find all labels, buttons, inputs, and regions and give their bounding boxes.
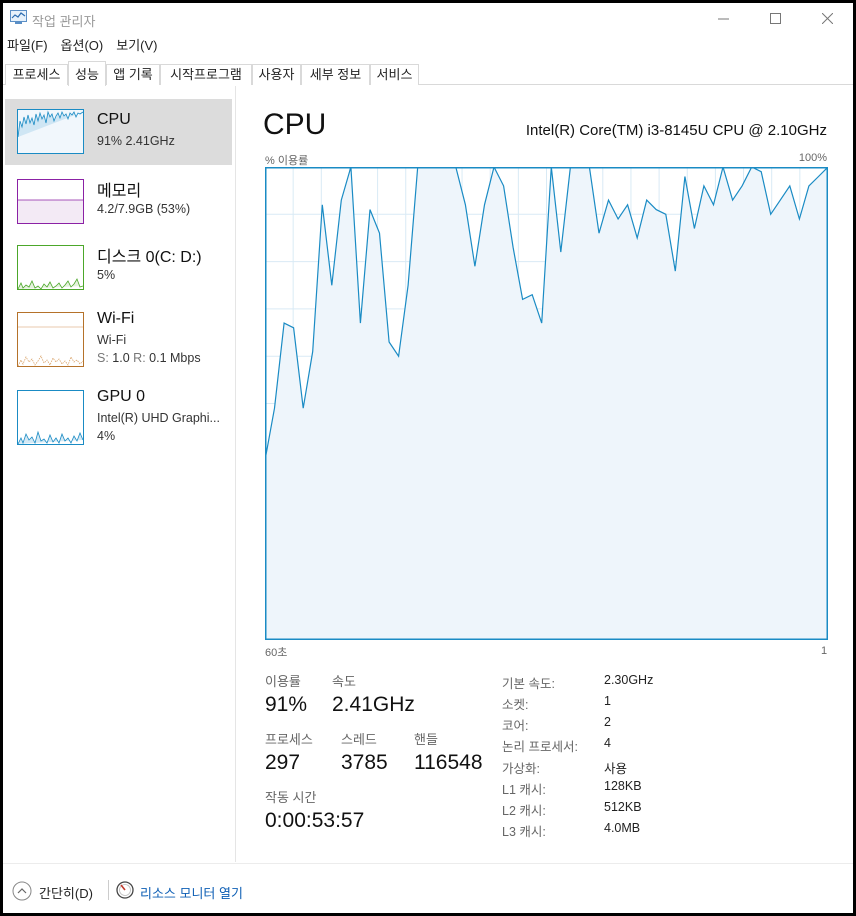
sidebar-gpu-sub: 4% — [97, 429, 116, 443]
threads-label: 스레드 — [341, 732, 377, 747]
sidebar-item-memory[interactable]: 메모리 4.2/7.9GB (53%) — [5, 165, 232, 231]
spec-base-speed-label: 기본 속도: — [502, 677, 555, 691]
minimize-button[interactable] — [700, 3, 746, 33]
menu-bar: 파일(F) 옵션(O) 보기(V) — [3, 36, 853, 58]
x-axis-right-label: 1 — [821, 645, 828, 657]
wifi-recv-value: 0.1 Mbps — [149, 351, 201, 365]
menu-file[interactable]: 파일(F) — [7, 36, 48, 58]
disk-thumbnail-graph — [17, 245, 84, 290]
y-axis-max-label: 100% — [798, 152, 827, 164]
title-bar: 작업 관리자 — [3, 3, 853, 35]
menu-options[interactable]: 옵션(O) — [61, 36, 104, 58]
spec-l2-value: 512KB — [604, 800, 642, 814]
sidebar-memory-name: 메모리 — [97, 183, 142, 200]
minimize-icon — [717, 18, 729, 19]
chevron-up-circle-icon[interactable] — [12, 881, 32, 901]
footer-bar: 간단히(D) 리소스 모니터 열기 — [3, 863, 853, 913]
fewer-details-button[interactable]: 간단히(D) — [39, 883, 93, 902]
sidebar-memory-sub: 4.2/7.9GB (53%) — [97, 202, 191, 216]
sidebar-cpu-sub: 91% 2.41GHz — [97, 134, 175, 148]
sidebar-gpu-name: GPU 0 — [97, 388, 146, 405]
sidebar-wifi-name: Wi-Fi — [97, 310, 135, 327]
y-axis-label: % 이용률 — [265, 155, 309, 167]
x-axis-left-label: 60초 — [265, 647, 288, 659]
spec-logical-label: 논리 프로세서: — [502, 740, 578, 754]
tab-strip: 프로세스 성능 앱 기록 시작프로그램 사용자 세부 정보 서비스 — [3, 61, 853, 86]
maximize-icon — [769, 12, 781, 24]
tab-details[interactable]: 세부 정보 — [301, 64, 370, 85]
close-icon — [821, 12, 833, 24]
tab-app-history[interactable]: 앱 기록 — [106, 64, 160, 85]
threads-value: 3785 — [341, 751, 388, 774]
spec-l1-value: 128KB — [604, 779, 642, 793]
handles-label: 핸들 — [414, 732, 438, 747]
speed-value: 2.41GHz — [332, 693, 415, 716]
gpu-thumbnail-graph — [17, 390, 84, 445]
processes-label: 프로세스 — [265, 732, 313, 747]
spec-sockets-value: 1 — [604, 694, 611, 708]
utilization-value: 91% — [265, 693, 308, 716]
sidebar-disk-name: 디스크 0(C: D:) — [97, 249, 202, 266]
sidebar-disk-sub: 5% — [97, 268, 116, 282]
spec-l3-value: 4.0MB — [604, 821, 641, 835]
sidebar-item-disk[interactable]: 디스크 0(C: D:) 5% — [5, 231, 232, 297]
menu-view[interactable]: 보기(V) — [116, 36, 157, 58]
footer-separator — [108, 880, 109, 900]
spec-logical-value: 4 — [604, 736, 611, 750]
uptime-value: 0:00:53:57 — [265, 809, 365, 832]
spec-virtualization-value: 사용 — [604, 762, 628, 776]
sidebar-item-wifi[interactable]: Wi-Fi Wi-Fi S: 1.0 R: 0.1 Mbps — [5, 298, 232, 367]
tab-startup[interactable]: 시작프로그램 — [160, 64, 252, 85]
spec-cores-label: 코어: — [502, 719, 529, 733]
utilization-label: 이용률 — [265, 674, 301, 689]
wifi-recv-label: R: — [133, 351, 146, 365]
page-title: CPU — [263, 108, 327, 141]
tab-processes[interactable]: 프로세스 — [5, 64, 68, 85]
spec-sockets-label: 소켓: — [502, 698, 529, 712]
task-manager-window: 작업 관리자 파일(F) 옵션(O) 보기(V) 프로세스 성능 앱 기록 시작… — [3, 3, 853, 913]
spec-cores-value: 2 — [604, 715, 611, 729]
speed-label: 속도 — [332, 674, 356, 689]
memory-thumbnail-graph — [17, 179, 84, 224]
sidebar-wifi-sub: Wi-Fi — [97, 333, 127, 347]
sidebar-gpu-model: Intel(R) UHD Graphi... — [97, 411, 220, 425]
sidebar-wifi-rates: S: 1.0 R: 0.1 Mbps — [97, 351, 201, 365]
tab-services[interactable]: 서비스 — [370, 64, 419, 85]
close-button[interactable] — [804, 3, 850, 33]
resource-monitor-icon[interactable] — [116, 881, 134, 899]
tab-performance[interactable]: 성능 — [68, 61, 106, 86]
cpu-thumbnail-graph — [17, 109, 84, 154]
open-resource-monitor-link[interactable]: 리소스 모니터 열기 — [140, 883, 243, 902]
spec-virtualization-label: 가상화: — [502, 762, 540, 776]
handles-value: 116548 — [414, 751, 483, 774]
cpu-model-name: Intel(R) Core(TM) i3-8145U CPU @ 2.10GHz — [525, 122, 827, 139]
cpu-utilization-chart — [265, 167, 828, 640]
wifi-send-label: S: — [97, 351, 109, 365]
spec-base-speed-value: 2.30GHz — [604, 673, 654, 687]
uptime-label: 작동 시간 — [265, 790, 317, 805]
tab-users[interactable]: 사용자 — [252, 64, 301, 85]
wifi-send-value: 1.0 — [112, 351, 130, 365]
task-manager-icon — [10, 10, 27, 24]
sidebar-item-gpu[interactable]: GPU 0 Intel(R) UHD Graphi... 4% — [5, 376, 232, 445]
processes-value: 297 — [265, 751, 301, 774]
sidebar-item-cpu[interactable]: CPU 91% 2.41GHz — [5, 99, 232, 165]
maximize-button[interactable] — [752, 3, 798, 33]
window-title: 작업 관리자 — [32, 14, 96, 29]
sidebar-cpu-name: CPU — [97, 111, 131, 128]
performance-sidebar: CPU 91% 2.41GHz 메모리 4.2/7.9GB (53%) 디스크 … — [3, 86, 236, 862]
wifi-thumbnail-graph — [17, 312, 84, 367]
spec-l3-label: L3 캐시: — [502, 825, 546, 839]
spec-l1-label: L1 캐시: — [502, 783, 546, 797]
spec-l2-label: L2 캐시: — [502, 804, 546, 818]
